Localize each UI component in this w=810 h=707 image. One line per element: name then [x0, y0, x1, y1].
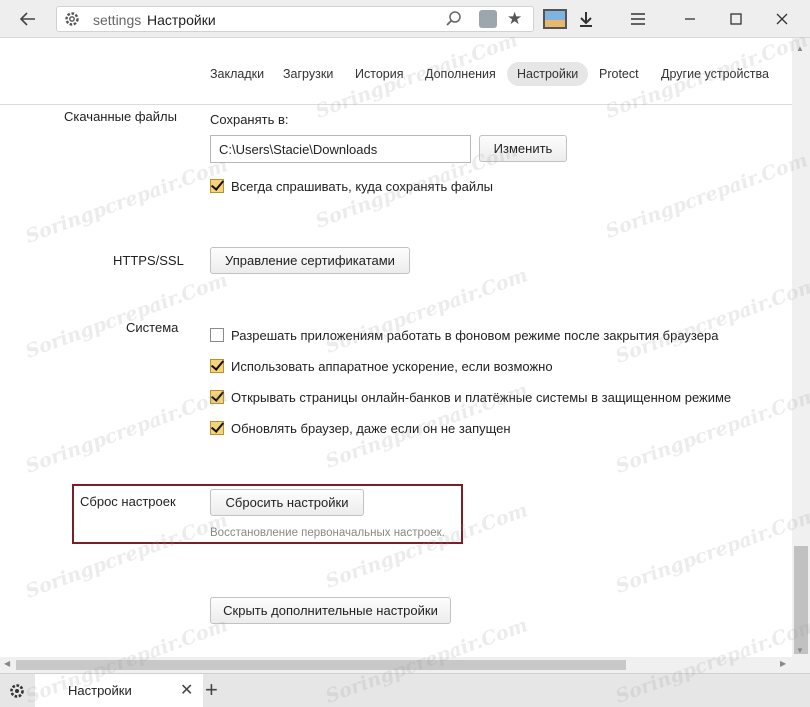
download-path-field[interactable]: C:\Users\Stacie\Downloads [210, 135, 471, 163]
browser-toolbar: settings Настройки ★ [0, 0, 810, 38]
system-section-label: Система [126, 320, 179, 335]
protected-mode-checkbox[interactable] [210, 390, 224, 404]
watermark-text: Soringpcrepair.Com [602, 149, 810, 243]
scroll-right-arrow-icon[interactable]: ▶ [780, 659, 786, 668]
tab-settings[interactable]: Настройки [507, 62, 589, 86]
settings-nav: Закладки Загрузки История Дополнения Нас… [0, 62, 790, 90]
menu-icon[interactable] [626, 7, 650, 31]
watermark-text: Soringpcrepair.Com [22, 269, 231, 363]
auto-update-option[interactable]: Обновлять браузер, даже если он не запущ… [210, 419, 511, 437]
tab-downloads[interactable]: Загрузки [273, 62, 343, 86]
auto-update-checkbox[interactable] [210, 421, 224, 435]
vertical-scrollbar[interactable]: ▲ ▼ [792, 38, 810, 673]
https-section-label: HTTPS/SSL [113, 253, 184, 268]
hardware-accel-checkbox[interactable] [210, 359, 224, 373]
hardware-accel-option[interactable]: Использовать аппаратное ускорение, если … [210, 357, 553, 375]
hide-advanced-button[interactable]: Скрыть дополнительные настройки [210, 597, 451, 624]
back-button[interactable] [16, 7, 40, 31]
search-icon[interactable] [445, 10, 463, 31]
arrow-left-icon [20, 12, 35, 26]
vertical-scroll-thumb[interactable] [794, 546, 808, 654]
reset-hint: Восстановление первоначальных настроек. [210, 527, 445, 539]
change-path-button[interactable]: Изменить [479, 135, 567, 162]
background-apps-option[interactable]: Разрешать приложениям работать в фоновом… [210, 326, 718, 344]
tab-bookmarks[interactable]: Закладки [200, 62, 274, 86]
watermark-text: Soringpcrepair.Com [22, 384, 231, 478]
bookmark-star-icon[interactable]: ★ [507, 9, 522, 29]
protected-mode-label: Открывать страницы онлайн-банков и платё… [231, 389, 732, 405]
tab-close-icon[interactable]: ✕ [180, 680, 193, 700]
horizontal-scrollbar[interactable]: ◀ ▶ [0, 657, 792, 673]
auto-update-label: Обновлять браузер, даже если он не запущ… [231, 420, 511, 436]
save-to-label: Сохранять в: [210, 112, 289, 127]
horizontal-scroll-thumb[interactable] [16, 660, 626, 670]
protected-mode-option[interactable]: Открывать страницы онлайн-банков и платё… [210, 388, 731, 406]
watermark-text: Soringpcrepair.Com [612, 274, 810, 368]
background-apps-checkbox[interactable] [210, 328, 224, 342]
browser-tab-settings[interactable]: Настройки ✕ [35, 674, 203, 707]
protect-shield-icon[interactable] [479, 10, 497, 28]
close-window-icon[interactable] [770, 7, 794, 31]
new-tab-plus-icon[interactable]: + [205, 677, 218, 703]
tab-extensions[interactable]: Дополнения [415, 62, 506, 86]
watermark-text: Soringpcrepair.Com [22, 154, 231, 248]
scroll-down-arrow-icon[interactable]: ▼ [796, 646, 804, 655]
tab-bar: Настройки ✕ + [0, 673, 810, 707]
always-ask-label: Всегда спрашивать, куда сохранять файлы [231, 178, 494, 194]
gear-icon [63, 10, 81, 31]
tab-history[interactable]: История [345, 62, 413, 86]
always-ask-checkbox[interactable] [210, 179, 224, 193]
tab-protect[interactable]: Protect [589, 62, 649, 86]
picture-extension-icon[interactable] [543, 9, 567, 29]
scroll-left-arrow-icon[interactable]: ◀ [4, 659, 10, 668]
tab-other-devices[interactable]: Другие устройства [651, 62, 779, 86]
browser-tab-title: Настройки [68, 683, 132, 698]
tab-gear-icon[interactable] [8, 682, 26, 703]
maximize-icon[interactable] [724, 7, 748, 31]
download-icon[interactable] [574, 7, 598, 31]
hardware-accel-label: Использовать аппаратное ускорение, если … [231, 358, 553, 374]
minimize-icon[interactable] [678, 7, 702, 31]
downloads-section-label: Скачанные файлы [64, 109, 177, 124]
always-ask-option[interactable]: Всегда спрашивать, куда сохранять файлы [210, 177, 493, 195]
url-scheme: settings [93, 12, 142, 28]
scroll-up-arrow-icon[interactable]: ▲ [796, 44, 804, 53]
watermark-text: Soringpcrepair.Com [612, 504, 810, 598]
url-page-title: Настройки [147, 12, 216, 28]
reset-section-label: Сброс настроек [80, 494, 176, 509]
nav-divider [0, 104, 792, 105]
address-bar[interactable]: settings Настройки ★ [56, 6, 534, 32]
background-apps-label: Разрешать приложениям работать в фоновом… [231, 327, 719, 343]
manage-certificates-button[interactable]: Управление сертификатами [210, 247, 410, 274]
reset-settings-button[interactable]: Сбросить настройки [210, 489, 364, 516]
